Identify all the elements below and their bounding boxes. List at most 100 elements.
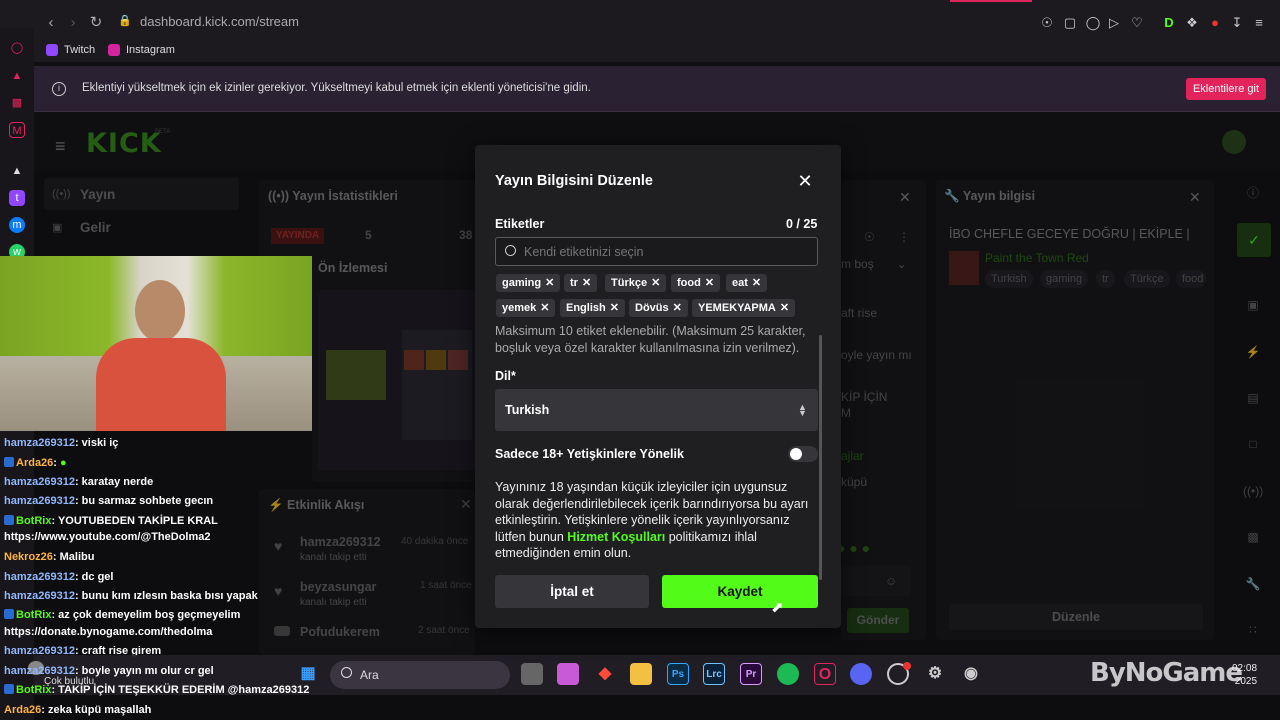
taskbar-clock[interactable]: 02:08 2025 (1232, 662, 1257, 688)
chat-line: Arda26: ● (4, 457, 67, 469)
adult-content-label: Sadece 18+ Yetişkinlere Yönelik (495, 447, 684, 461)
shield-icon[interactable]: ◯ (1082, 12, 1104, 34)
tag-label: food (677, 277, 701, 289)
chat-message: : YOUTUBEDEN TAKİPLE KRAL (51, 515, 218, 527)
chat-line: Arda26: zeka küpü maşallah (4, 704, 151, 716)
streamer-shirt (96, 338, 226, 431)
chat-line: Nekroz26: Malibu (4, 551, 94, 563)
lightroom-icon[interactable]: Lrc (703, 663, 725, 685)
reload-icon[interactable]: ↻ (85, 12, 107, 34)
tag-label: tr (570, 277, 578, 289)
tags-help-text: Maksimum 10 etiket eklenebilir. (Maksimu… (495, 324, 806, 355)
chat-message: : viski iç (74, 437, 119, 449)
task-view-icon[interactable] (521, 663, 543, 685)
menu-icon[interactable]: ≡ (1248, 12, 1270, 34)
file-explorer-icon[interactable] (630, 663, 652, 685)
tag-chip[interactable]: eat ✕ (726, 274, 768, 292)
remove-tag-icon[interactable]: ✕ (545, 277, 554, 289)
close-icon[interactable]: ✕ (796, 172, 814, 190)
screenshot-icon[interactable]: ▢ (1059, 12, 1081, 34)
tag-chip[interactable]: yemek ✕ (496, 299, 556, 317)
modal-scrollbar[interactable] (819, 335, 822, 580)
save-button[interactable]: Kaydet (662, 575, 818, 608)
photoshop-icon[interactable]: Ps (667, 663, 689, 685)
modal-title: Yayın Bilgisini Düzenle (495, 173, 653, 189)
go-to-extensions-button[interactable]: Eklentilere git (1186, 78, 1266, 100)
extension-d-icon[interactable]: D (1158, 12, 1180, 34)
chat-user: Arda26 (4, 704, 42, 716)
spotify-icon[interactable] (777, 663, 799, 685)
active-tab-indicator (950, 0, 1032, 2)
remove-tag-icon[interactable]: ✕ (610, 302, 619, 314)
remove-tag-icon[interactable]: ✕ (705, 277, 714, 289)
tag-chip[interactable]: English ✕ (560, 299, 625, 317)
notification-dot (903, 662, 911, 670)
premiere-icon[interactable]: Pr (740, 663, 762, 685)
tag-chip[interactable]: gaming ✕ (496, 274, 561, 292)
steam-icon[interactable]: ◉ (960, 663, 982, 685)
address-bar[interactable]: dashboard.kick.com/stream (112, 8, 832, 36)
forward-icon[interactable]: › (62, 12, 84, 34)
chat-line: hamza269312: boyle yayın mı olur cr gel (4, 665, 214, 677)
twitch-icon[interactable]: t (9, 190, 25, 206)
badge-icon (4, 684, 14, 694)
sidebar-app-icon[interactable]: ▲ (9, 163, 25, 179)
heart-icon[interactable]: ♡ (1126, 12, 1148, 34)
select-arrows-icon: ▲ ▼ (798, 402, 807, 418)
remove-tag-icon[interactable]: ✕ (780, 302, 789, 314)
tag-chip[interactable]: YEMEKYAPMA ✕ (692, 299, 796, 317)
bookmark-twitch[interactable]: Twitch (46, 42, 95, 58)
bookmark-instagram[interactable]: Instagram (108, 42, 175, 58)
emote-icon: ● (60, 457, 67, 469)
tag-chip[interactable]: tr ✕ (564, 274, 598, 292)
tag-label: YEMEKYAPMA (698, 302, 776, 314)
chat-user: hamza269312 (4, 476, 75, 488)
chat-message: : TAKİP İÇİN TEŞEKKÜR EDERİM @hamza26931… (51, 684, 310, 696)
remove-tag-icon[interactable]: ✕ (651, 277, 660, 289)
sidebar-app-icon[interactable]: ▩ (9, 95, 25, 111)
tag-search-input[interactable] (495, 237, 818, 266)
taskbar-search[interactable]: Ara (330, 661, 510, 689)
chat-line: hamza269312: bunu kım ızlesın baska bısı… (4, 590, 258, 602)
opera-gx-icon[interactable]: O (814, 663, 836, 685)
discord-icon[interactable] (850, 663, 872, 685)
remove-tag-icon[interactable]: ✕ (582, 277, 591, 289)
tag-chip[interactable]: Dövüs ✕ (629, 299, 688, 317)
badge-icon (4, 609, 14, 619)
terms-of-service-link[interactable]: Hizmet Koşulları (567, 530, 665, 544)
opera-gx-icon[interactable]: ◯ (9, 40, 25, 56)
pin-icon[interactable]: ☉ (1036, 12, 1058, 34)
chat-user: Nekroz26 (4, 551, 53, 563)
copilot-icon[interactable] (557, 663, 579, 685)
play-icon[interactable]: ▷ (1103, 12, 1125, 34)
chat-line: BotRix: az çok demeyelim boş geçmeyelim (4, 609, 240, 621)
sidebar-app-icon[interactable]: ▲ (9, 68, 25, 84)
messenger-icon[interactable]: m (9, 217, 25, 233)
chat-message: : bu sarmaz sohbete gecın (74, 495, 214, 507)
chat-line: hamza269312: viski iç (4, 437, 118, 449)
chat-user: BotRix (16, 684, 52, 696)
cancel-button[interactable]: İptal et (495, 575, 649, 608)
language-select[interactable]: Turkish (495, 389, 818, 431)
remove-tag-icon[interactable]: ✕ (673, 302, 682, 314)
profile-icon[interactable]: ● (1204, 12, 1226, 34)
chat-message: : boyle yayın mı olur cr gel (74, 665, 214, 677)
settings-icon[interactable]: ⚙ (924, 663, 946, 685)
toggle-knob (790, 448, 802, 460)
chat-user: hamza269312 (4, 437, 75, 449)
download-icon[interactable]: ↧ (1226, 12, 1248, 34)
twitch-icon (46, 44, 58, 56)
puzzle-icon[interactable]: ❖ (1181, 12, 1203, 34)
tag-chip[interactable]: food ✕ (671, 274, 721, 292)
chat-user: hamza269312 (4, 495, 75, 507)
adult-help-text: Yayınınız 18 yaşından küçük izleyiciler … (495, 479, 813, 562)
app-icon[interactable]: ◆ (594, 663, 616, 685)
back-icon[interactable]: ‹ (40, 12, 62, 34)
remove-tag-icon[interactable]: ✕ (540, 302, 549, 314)
chat-line: hamza269312: dc gel (4, 571, 113, 583)
badge-icon (4, 515, 14, 525)
tag-chip[interactable]: Türkçe ✕ (605, 274, 667, 292)
remove-tag-icon[interactable]: ✕ (752, 277, 761, 289)
sidebar-app-icon[interactable]: M (9, 122, 25, 138)
windows-start-icon[interactable]: ▦ (297, 663, 319, 685)
